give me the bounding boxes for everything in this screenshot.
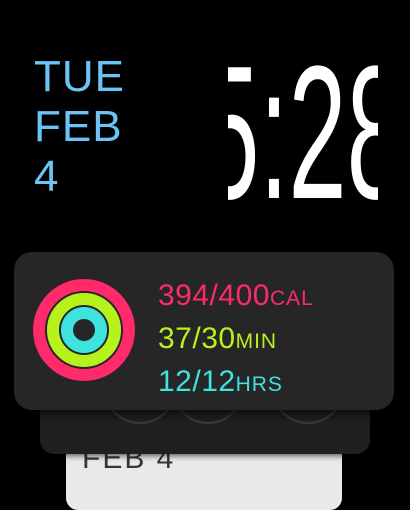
stand-stat: 12/12HRS [158, 362, 314, 405]
move-value: 394/400 [158, 279, 270, 312]
day-label: 4 [34, 152, 60, 201]
move-unit: CAL [269, 287, 314, 310]
stand-value: 12/12 [158, 365, 236, 398]
exercise-value: 37/30 [158, 322, 236, 355]
activity-widget[interactable]: 394/400CAL 37/30MIN 12/12HRS [14, 252, 394, 410]
time-display: 5:28 [228, 62, 378, 202]
weekday-label: TUE [34, 52, 125, 101]
date-complication[interactable]: TUE FEB 4 [34, 52, 125, 202]
move-stat: 394/400CAL [158, 276, 314, 319]
exercise-stat: 37/30MIN [158, 319, 314, 362]
activity-rings-icon [33, 279, 135, 381]
exercise-unit: MIN [235, 330, 278, 353]
time-text: 5:28 [228, 62, 378, 202]
stand-unit: HRS [235, 373, 283, 396]
stand-ring [61, 307, 107, 353]
month-label: FEB [34, 102, 123, 151]
